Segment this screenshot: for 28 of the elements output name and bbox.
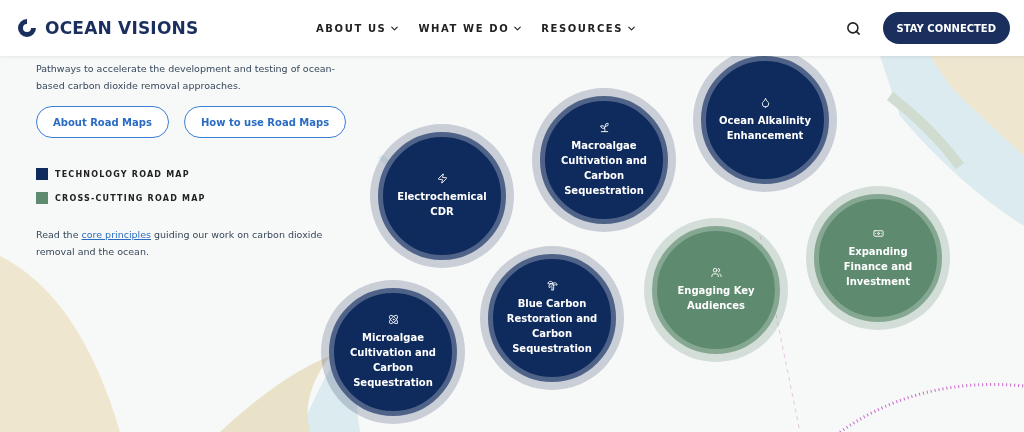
road-map-button[interactable]: About Road Maps [36, 106, 169, 138]
road-map-label: Electrochemical CDR [396, 190, 488, 219]
stay-connected-button[interactable]: STAY CONNECTED [882, 12, 1010, 44]
legend-label: CROSS-CUTTING ROAD MAP [55, 193, 206, 203]
core-principles-link[interactable]: core principles [81, 229, 152, 240]
road-map-label: Macroalgae Cultivation and Carbon Sequestration [559, 139, 649, 198]
road-map-label: Expanding Finance and Investment [842, 244, 914, 289]
nav-link[interactable]: WHAT WE DO [418, 22, 524, 34]
principles-text: Read the core principles guiding our work on carbon dioxide removal and the ocean. [36, 228, 324, 259]
banknote-icon [872, 227, 884, 239]
logo-text[interactable]: OCEAN VISIONS [45, 18, 199, 38]
road-map-label: Engaging Key Audiences [676, 284, 756, 313]
search-icon[interactable] [845, 20, 861, 36]
people-icon [710, 267, 722, 278]
road-map-label: Microalgae Cultivation and Carbon Sequestration [348, 331, 438, 390]
logo-icon [16, 17, 38, 39]
intro-text: Pathways to accelerate the development and testing of ocean-based carbon dioxide removal approaches. [36, 62, 336, 93]
atom-icon [387, 314, 399, 325]
bolt-icon [436, 173, 448, 184]
palm-tree-icon [546, 280, 558, 291]
legend-label: TECHNOLOGY ROAD MAP [55, 169, 190, 179]
road-map-button[interactable]: How to use Road Maps [183, 106, 347, 138]
nav-link[interactable]: ABOUT US [316, 22, 401, 34]
road-map-label: Blue Carbon Restoration and Carbon Sequestration [505, 297, 599, 356]
nav-link[interactable]: RESOURCES [541, 22, 638, 34]
droplet-icon [759, 97, 771, 108]
sprout-icon [598, 122, 610, 133]
road-map-label: Ocean Alkalinity Enhancement [718, 114, 812, 143]
